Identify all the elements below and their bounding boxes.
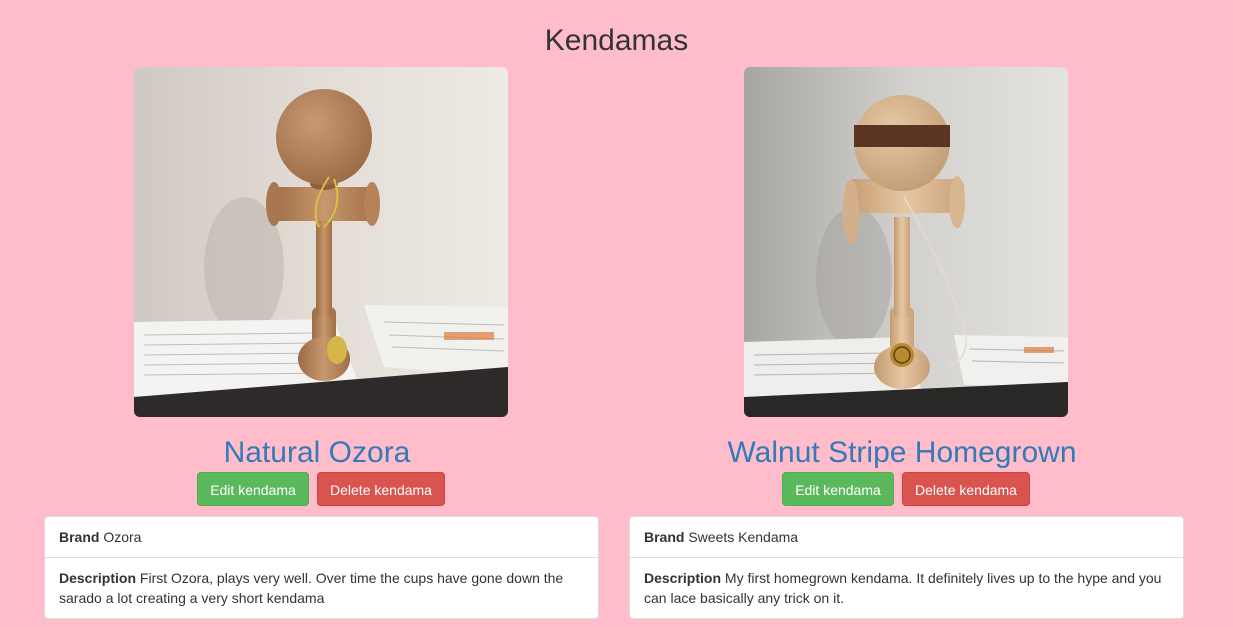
brand-value: Ozora [103,529,142,545]
edit-kendama-button[interactable]: Edit kendama [197,472,309,506]
kendama-details: Brand Sweets Kendama Description My firs… [629,516,1184,619]
kendama-details: Brand Ozora Description First Ozora, pla… [44,516,599,619]
kendama-name[interactable]: Walnut Stripe Homegrown [702,436,1102,470]
delete-kendama-button[interactable]: Delete kendama [902,472,1030,506]
kendama-photo [744,67,1068,417]
brand-label: Brand [59,529,100,545]
kendama-photo [134,67,508,417]
brand-value: Sweets Kendama [688,529,799,545]
brand-label: Brand [644,529,685,545]
description-label: Description [644,570,722,586]
description-row: Description First Ozora, plays very well… [45,557,598,618]
page-title: Kendamas [544,24,689,57]
delete-kendama-button[interactable]: Delete kendama [317,472,445,506]
description-row: Description My first homegrown kendama. … [630,557,1183,618]
description-value: My first homegrown kendama. It definitel… [644,570,1162,606]
brand-row: Brand Ozora [45,517,598,557]
kendama-name[interactable]: Natural Ozora [134,436,500,470]
brand-row: Brand Sweets Kendama [630,517,1183,557]
edit-kendama-button[interactable]: Edit kendama [782,472,894,506]
description-label: Description [59,570,137,586]
